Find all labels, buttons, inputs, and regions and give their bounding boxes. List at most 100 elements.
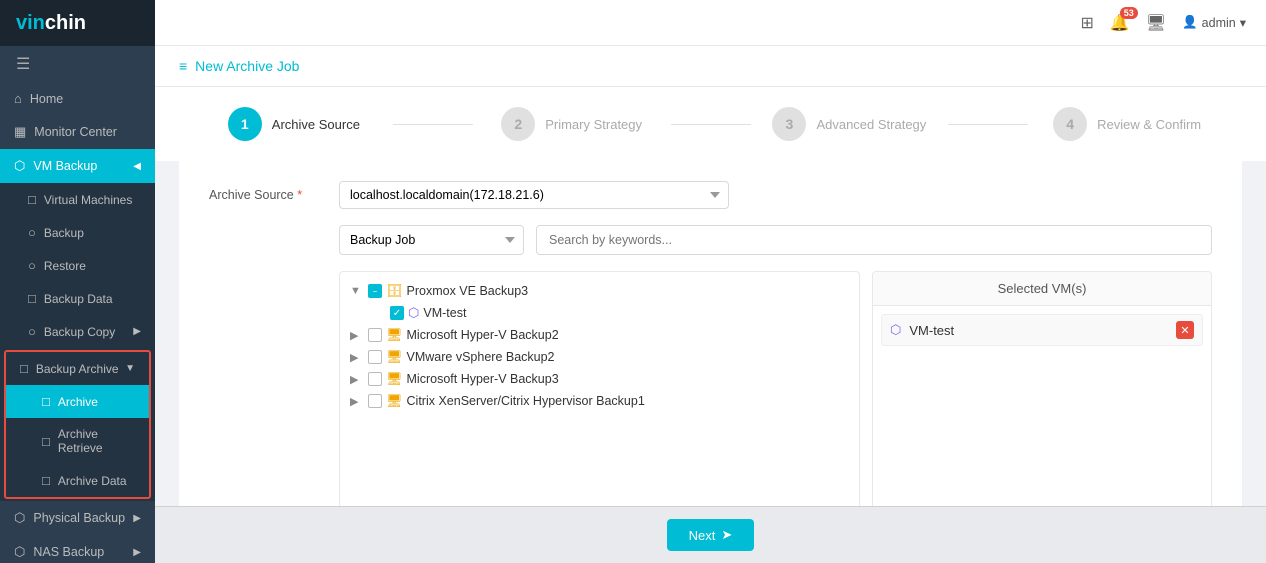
expand-proxmox-icon[interactable]: ▼: [350, 285, 364, 297]
sidebar-item-label: VM Backup: [33, 159, 97, 173]
vm-test-icon: ⬡: [408, 305, 419, 321]
vmware2-checkbox[interactable]: [368, 350, 382, 364]
vm-test-label: VM-test: [423, 306, 466, 320]
step-label-3: Advanced Strategy: [816, 117, 926, 132]
backup-archive-group: □ Backup Archive ▼ □ Archive □ Archive R…: [4, 350, 151, 499]
monitor-icon: ▦: [14, 124, 26, 140]
archive-source-select[interactable]: localhost.localdomain(172.18.21.6): [339, 181, 729, 209]
sidebar-item-label: Backup: [44, 226, 84, 240]
physical-backup-icon: ⬡: [14, 510, 25, 526]
step-line-3: [948, 124, 1028, 125]
footer-bar: Next ➤: [155, 506, 1266, 563]
backup-data-icon: □: [28, 291, 36, 306]
restore-icon: ○: [28, 258, 36, 273]
home-icon: ⌂: [14, 91, 22, 106]
step-label-4: Review & Confirm: [1097, 117, 1201, 132]
archive-retrieve-icon: □: [42, 434, 50, 449]
sidebar-item-restore[interactable]: ○ Restore: [0, 249, 155, 282]
selected-vm-test: ⬡ VM-test ✕: [881, 314, 1203, 346]
archive-submenu: □ Archive □ Archive Retrieve □ Archive D…: [6, 385, 149, 497]
sidebar-item-label: Archive Retrieve: [58, 427, 135, 455]
proxmox-children: ▶ ✓ ⬡ VM-test: [368, 302, 853, 324]
search-container: [536, 225, 1212, 255]
sidebar-toggle[interactable]: ☰: [0, 46, 155, 82]
username: admin: [1202, 16, 1236, 30]
archive-header-icon: ≡: [179, 58, 187, 74]
selected-body: ⬡ VM-test ✕: [873, 306, 1211, 506]
sidebar: vinchin ☰ ⌂ Home ▦ Monitor Center ⬡ VM B…: [0, 0, 155, 563]
remove-vm-test-button[interactable]: ✕: [1176, 321, 1194, 339]
topbar-icons: ⊞ 🔔 53 🖥 👤 admin ▾: [1080, 13, 1246, 33]
sidebar-item-nas-backup[interactable]: ⬡ NAS Backup ▶: [0, 535, 155, 563]
chevron-icon: ◀: [133, 161, 141, 172]
sidebar-item-backup-archive[interactable]: □ Backup Archive ▼: [6, 352, 149, 385]
required-marker: *: [297, 188, 302, 202]
expand-hyperv3-icon[interactable]: ▶: [350, 373, 364, 386]
step-4: 4 Review & Confirm: [1028, 107, 1226, 141]
proxmox-label: Proxmox VE Backup3: [407, 284, 529, 298]
sidebar-item-label: Backup Copy: [44, 325, 115, 339]
sidebar-logo: vinchin: [0, 0, 155, 46]
tree-panel: ▼ − 🗄 Proxmox VE Backup3 ▶ ✓ ⬡ V: [339, 271, 860, 506]
hyperv2-label: Microsoft Hyper-V Backup2: [407, 328, 559, 342]
next-arrow-icon: ➤: [721, 527, 732, 543]
sidebar-item-archive[interactable]: □ Archive: [6, 385, 149, 418]
hyperv3-checkbox[interactable]: [368, 372, 382, 386]
tree-node-hyperv3[interactable]: ▶ 🖥 Microsoft Hyper-V Backup3: [346, 368, 853, 390]
citrix-checkbox[interactable]: [368, 394, 382, 408]
tree-node-vm-test[interactable]: ▶ ✓ ⬡ VM-test: [368, 302, 853, 324]
citrix-server-icon: 🖥: [386, 393, 403, 409]
tree-node-citrix[interactable]: ▶ 🖥 Citrix XenServer/Citrix Hypervisor B…: [346, 390, 853, 412]
tree-node-hyperv2[interactable]: ▶ 🖥 Microsoft Hyper-V Backup2: [346, 324, 853, 346]
tree-node-vmware2[interactable]: ▶ 🖥 VMware vSphere Backup2: [346, 346, 853, 368]
expand-citrix-icon[interactable]: ▶: [350, 395, 364, 408]
chevron-right-icon: ▶: [133, 326, 141, 337]
sidebar-item-label: Physical Backup: [33, 511, 125, 525]
vm-icon: □: [28, 192, 36, 207]
archive-source-label: Archive Source *: [209, 188, 329, 202]
user-menu[interactable]: 👤 admin ▾: [1182, 15, 1246, 30]
sidebar-item-backup[interactable]: ○ Backup: [0, 216, 155, 249]
proxmox-checkbox[interactable]: −: [368, 284, 382, 298]
expand-hyperv2-icon[interactable]: ▶: [350, 329, 364, 342]
selected-vm-icon: ⬡: [890, 322, 901, 338]
search-input[interactable]: [537, 226, 1211, 254]
job-type-select[interactable]: Backup Job: [339, 225, 524, 255]
sidebar-item-virtual-machines[interactable]: □ Virtual Machines: [0, 183, 155, 216]
step-1: 1 Archive Source: [195, 107, 393, 141]
sidebar-item-archive-retrieve[interactable]: □ Archive Retrieve: [6, 418, 149, 464]
topbar: ⊞ 🔔 53 🖥 👤 admin ▾: [155, 0, 1266, 46]
logo-text: vinchin: [16, 12, 86, 35]
expand-vmware2-icon[interactable]: ▶: [350, 351, 364, 364]
sidebar-item-backup-data[interactable]: □ Backup Data: [0, 282, 155, 315]
grid-icon[interactable]: ⊞: [1080, 13, 1093, 33]
archive-data-icon: □: [42, 473, 50, 488]
step-circle-1: 1: [228, 107, 262, 141]
sidebar-item-home[interactable]: ⌂ Home: [0, 82, 155, 115]
sidebar-item-label: Restore: [44, 259, 86, 273]
selected-vm-label: VM-test: [909, 323, 954, 338]
tree-selected-area: ▼ − 🗄 Proxmox VE Backup3 ▶ ✓ ⬡ V: [339, 271, 1212, 506]
sidebar-item-archive-data[interactable]: □ Archive Data: [6, 464, 149, 497]
vm-test-checkbox[interactable]: ✓: [390, 306, 404, 320]
sidebar-item-label: Monitor Center: [34, 125, 117, 139]
step-circle-2: 2: [501, 107, 535, 141]
step-line-1: [393, 124, 473, 125]
monitor-icon[interactable]: 🖥: [1146, 13, 1166, 33]
sidebar-item-backup-copy[interactable]: ○ Backup Copy ▶: [0, 315, 155, 348]
sidebar-item-vm-backup[interactable]: ⬡ VM Backup ◀: [0, 149, 155, 183]
sidebar-item-physical-backup[interactable]: ⬡ Physical Backup ▶: [0, 501, 155, 535]
vmware2-server-icon: 🖥: [386, 349, 403, 365]
hyperv2-checkbox[interactable]: [368, 328, 382, 342]
page-title: New Archive Job: [195, 58, 299, 74]
vm-backup-submenu: □ Virtual Machines ○ Backup ○ Restore □ …: [0, 183, 155, 501]
sidebar-item-label: NAS Backup: [33, 545, 104, 559]
notification-icon[interactable]: 🔔 53: [1110, 13, 1130, 33]
next-button[interactable]: Next ➤: [667, 519, 755, 551]
tree-node-proxmox-row[interactable]: ▼ − 🗄 Proxmox VE Backup3: [346, 280, 853, 302]
chevron-down-icon: ▼: [125, 363, 135, 374]
backup-copy-icon: ○: [28, 324, 36, 339]
step-line-2: [671, 124, 751, 125]
sidebar-item-monitor-center[interactable]: ▦ Monitor Center: [0, 115, 155, 149]
sidebar-item-label: Archive: [58, 395, 98, 409]
